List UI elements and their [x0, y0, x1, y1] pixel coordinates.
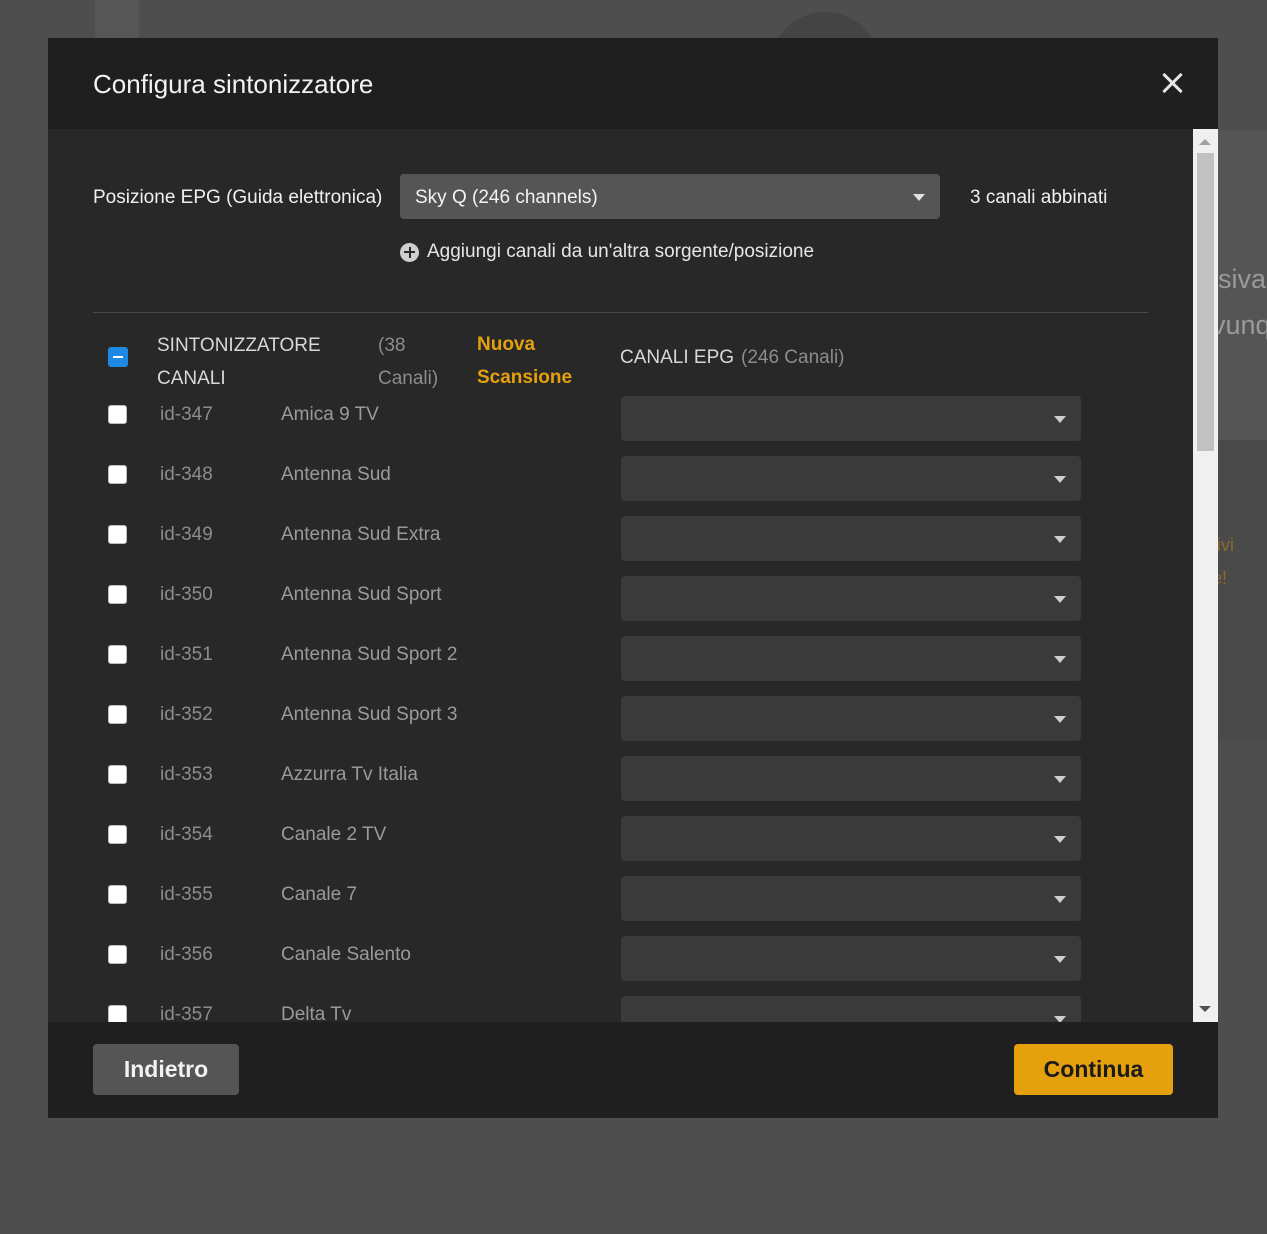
- epg-channel-select[interactable]: [621, 936, 1081, 981]
- chevron-down-icon: [1054, 896, 1066, 903]
- table-row: id-354 Canale 2 TV: [48, 816, 1188, 876]
- channel-name: Antenna Sud Extra: [281, 524, 441, 545]
- rescan-link[interactable]: Nuova Scansione: [477, 328, 587, 394]
- epg-channel-select[interactable]: [621, 696, 1081, 741]
- channel-id: id-356: [160, 944, 213, 965]
- channel-id: id-353: [160, 764, 213, 785]
- channel-id: id-348: [160, 464, 213, 485]
- add-channels-label: Aggiungi canali da un'altra sorgente/pos…: [427, 241, 815, 262]
- table-row: id-351 Antenna Sud Sport 2: [48, 636, 1188, 696]
- epg-channel-select[interactable]: [621, 516, 1081, 561]
- chevron-down-icon: [1054, 836, 1066, 843]
- epg-channel-select[interactable]: [621, 456, 1081, 501]
- row-checkbox[interactable]: [108, 465, 127, 484]
- epg-channel-select[interactable]: [621, 876, 1081, 921]
- scrollbar-thumb[interactable]: [1197, 153, 1214, 451]
- row-checkbox[interactable]: [108, 765, 127, 784]
- table-row: id-347 Amica 9 TV: [48, 396, 1188, 456]
- epg-channel-select[interactable]: [621, 816, 1081, 861]
- epg-channel-select[interactable]: [621, 996, 1081, 1022]
- table-row: id-352 Antenna Sud Sport 3: [48, 696, 1188, 756]
- channel-name: Antenna Sud: [281, 464, 391, 485]
- chevron-down-icon: [1054, 596, 1066, 603]
- channel-name: Antenna Sud Sport 3: [281, 704, 458, 725]
- channel-name: Amica 9 TV: [281, 404, 379, 425]
- modal-title: Configura sintonizzatore: [93, 69, 374, 99]
- channel-id: id-355: [160, 884, 213, 905]
- table-row: id-355 Canale 7: [48, 876, 1188, 936]
- epg-channels-header: CANALI EPG: [620, 347, 735, 368]
- channel-id: id-354: [160, 824, 213, 845]
- row-checkbox[interactable]: [108, 825, 127, 844]
- chevron-down-icon: [1054, 416, 1066, 423]
- epg-channel-select[interactable]: [621, 636, 1081, 681]
- background-text: vunq: [1212, 310, 1267, 340]
- row-checkbox[interactable]: [108, 885, 127, 904]
- modal-footer: Indietro Continua: [48, 1022, 1218, 1118]
- channel-name: Canale Salento: [281, 944, 411, 965]
- close-icon[interactable]: [1158, 68, 1188, 98]
- channel-name: Azzurra Tv Italia: [281, 764, 418, 785]
- chevron-down-icon: [1054, 476, 1066, 483]
- epg-channel-select[interactable]: [621, 756, 1081, 801]
- table-row: id-348 Antenna Sud: [48, 456, 1188, 516]
- tuner-channels-header: SINTONIZZATORE CANALI: [157, 335, 321, 389]
- epg-channel-select[interactable]: [621, 576, 1081, 621]
- scrollbar[interactable]: [1193, 129, 1218, 1022]
- chevron-down-icon: [1054, 656, 1066, 663]
- channel-name: Delta Tv: [281, 1004, 352, 1022]
- row-checkbox[interactable]: [108, 405, 127, 424]
- continue-button[interactable]: Continua: [1014, 1044, 1173, 1095]
- chevron-down-icon: [1054, 536, 1066, 543]
- select-all-checkbox[interactable]: [108, 347, 128, 367]
- back-button[interactable]: Indietro: [93, 1044, 239, 1095]
- chevron-down-icon: [1054, 956, 1066, 963]
- modal-header: Configura sintonizzatore: [48, 38, 1218, 129]
- table-row: id-357 Delta Tv: [48, 996, 1188, 1022]
- row-checkbox[interactable]: [108, 645, 127, 664]
- divider: [93, 312, 1148, 313]
- epg-position-value: Sky Q (246 channels): [415, 187, 598, 208]
- row-checkbox[interactable]: [108, 1005, 127, 1022]
- epg-channel-select[interactable]: [621, 396, 1081, 441]
- table-row: id-356 Canale Salento: [48, 936, 1188, 996]
- channel-name: Antenna Sud Sport: [281, 584, 442, 605]
- epg-position-select[interactable]: Sky Q (246 channels): [400, 174, 940, 219]
- tuner-channels-count: (38 Canali): [378, 335, 439, 389]
- table-row: id-353 Azzurra Tv Italia: [48, 756, 1188, 816]
- channel-id: id-350: [160, 584, 213, 605]
- epg-position-label: Posizione EPG (Guida elettronica): [93, 187, 383, 208]
- channel-name: Antenna Sud Sport 2: [281, 644, 458, 665]
- channel-id: id-347: [160, 404, 213, 425]
- epg-channels-count: (246 Canali): [741, 347, 845, 368]
- channel-id: id-352: [160, 704, 213, 725]
- tuner-config-modal: Configura sintonizzatore Posizione EPG (…: [48, 38, 1218, 1118]
- matched-channels-count: 3 canali abbinati: [970, 187, 1108, 208]
- row-checkbox[interactable]: [108, 945, 127, 964]
- channel-name: Canale 7: [281, 884, 358, 905]
- table-row: id-350 Antenna Sud Sport: [48, 576, 1188, 636]
- chevron-down-icon: [1054, 716, 1066, 723]
- row-checkbox[interactable]: [108, 585, 127, 604]
- chevron-down-icon: [913, 194, 925, 201]
- channel-id: id-351: [160, 644, 213, 665]
- background-text: isiva: [1212, 264, 1267, 294]
- table-row: id-349 Antenna Sud Extra: [48, 516, 1188, 576]
- scroll-down-arrow-icon[interactable]: [1199, 1006, 1211, 1012]
- channel-name: Canale 2 TV: [281, 824, 387, 845]
- row-checkbox[interactable]: [108, 705, 127, 724]
- row-checkbox[interactable]: [108, 525, 127, 544]
- background-bar: [95, 0, 139, 38]
- scroll-up-arrow-icon[interactable]: [1199, 139, 1211, 145]
- modal-body: Posizione EPG (Guida elettronica) Sky Q …: [48, 129, 1218, 1022]
- plus-circle-icon: [400, 242, 419, 262]
- add-channels-link[interactable]: Aggiungi canali da un'altra sorgente/pos…: [400, 241, 814, 263]
- channel-id: id-349: [160, 524, 213, 545]
- channel-id: id-357: [160, 1004, 213, 1022]
- chevron-down-icon: [1054, 776, 1066, 783]
